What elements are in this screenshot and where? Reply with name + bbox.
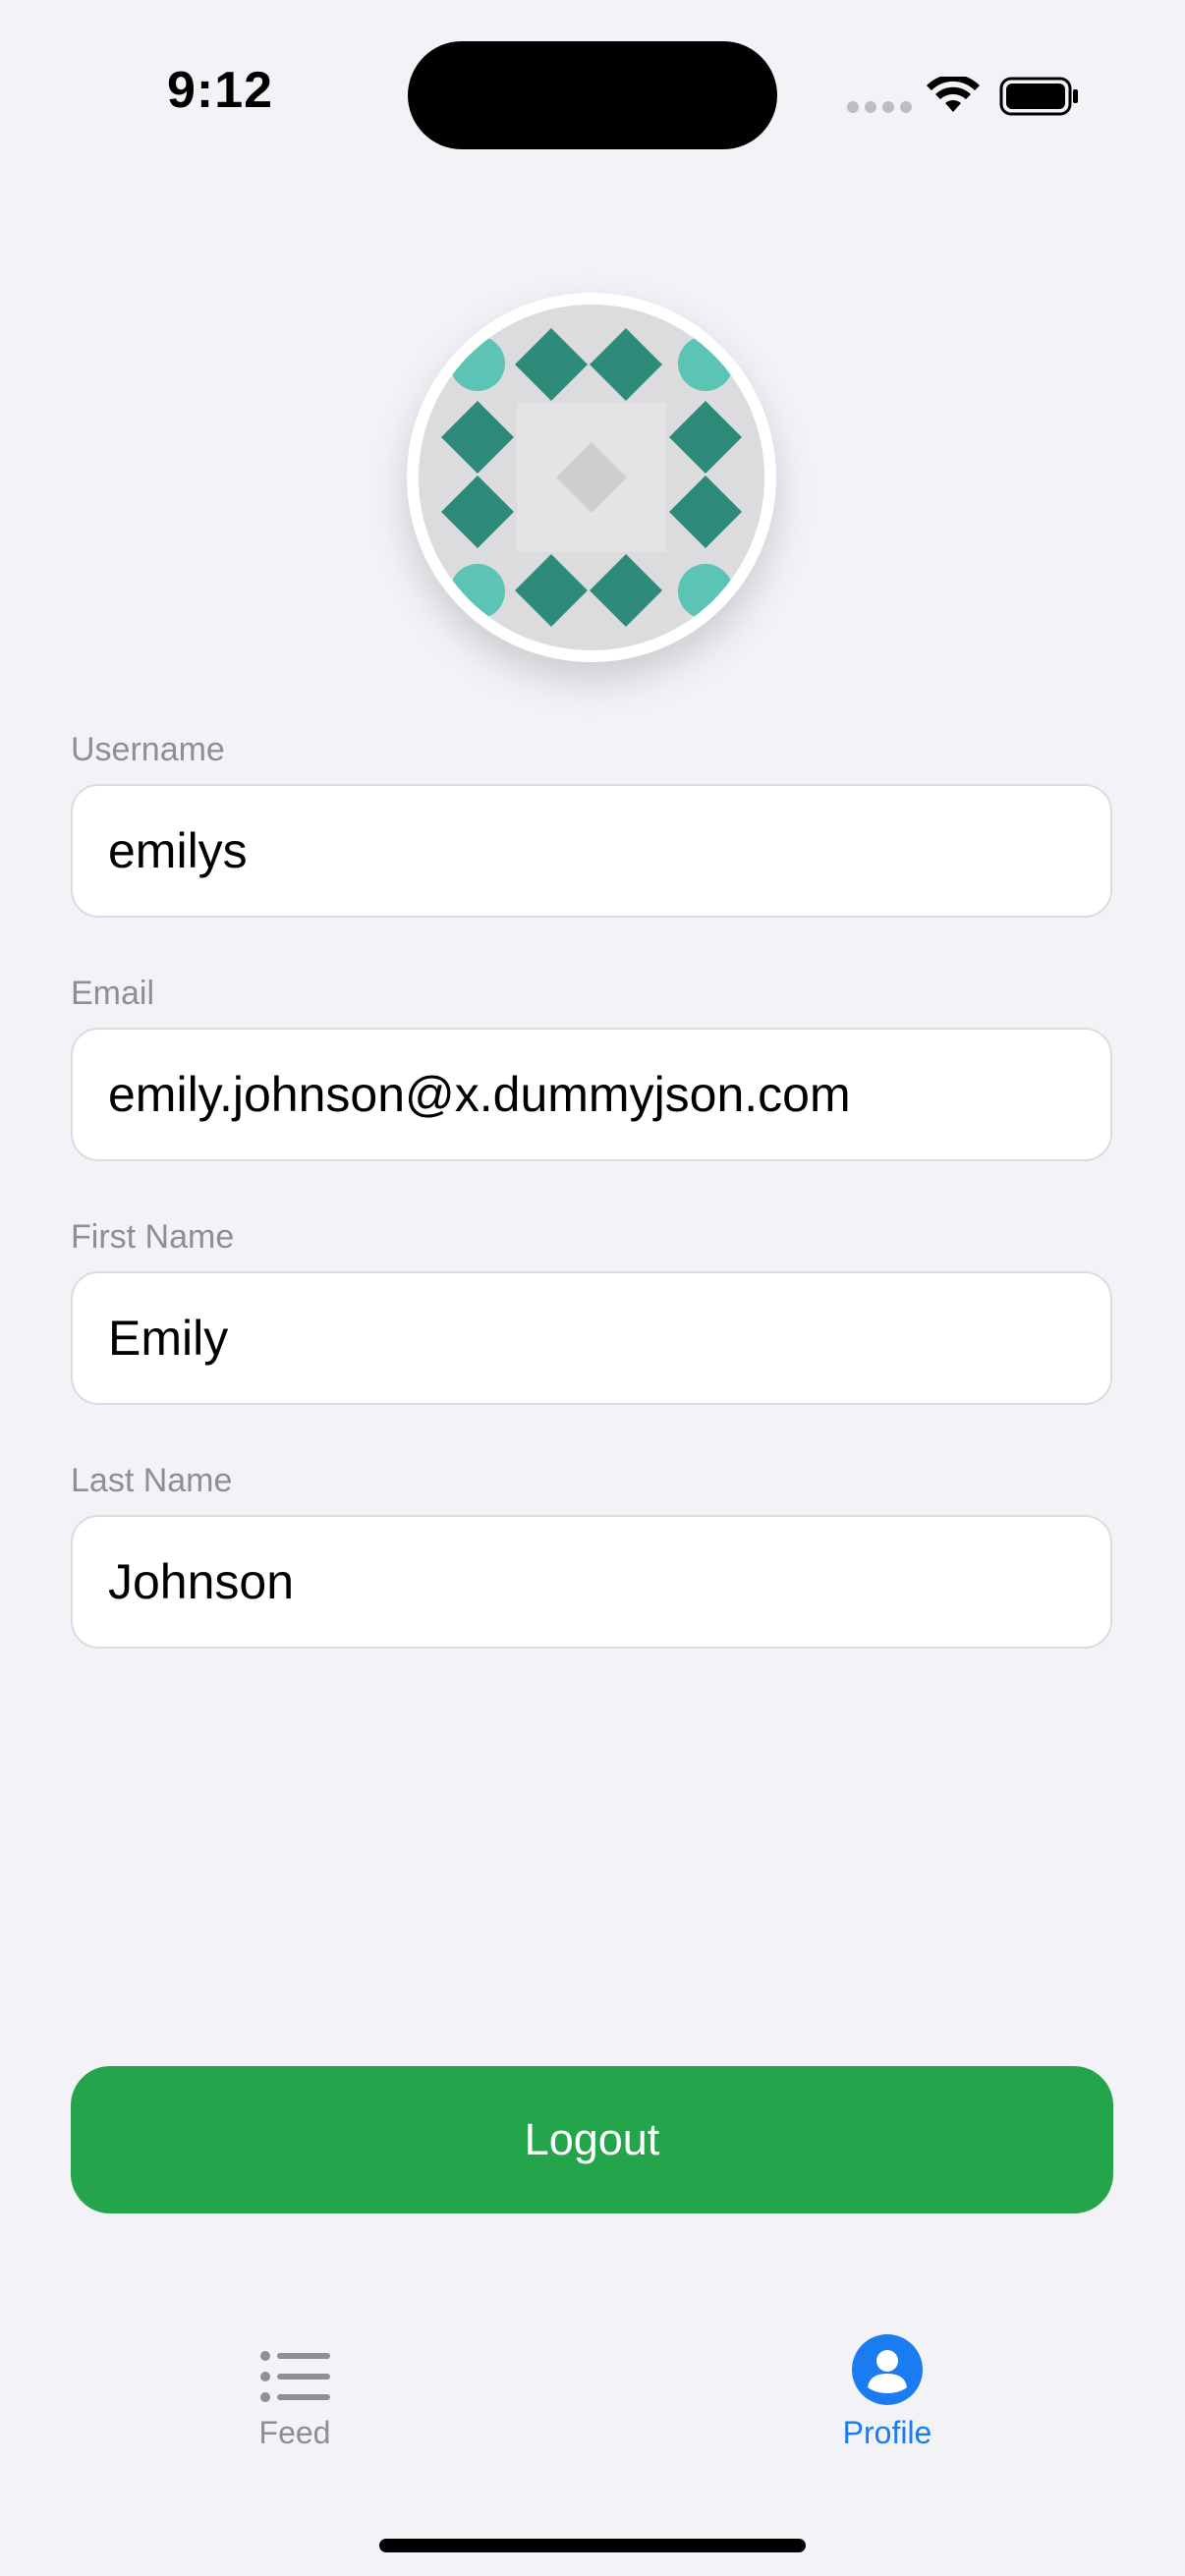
wifi-icon xyxy=(927,77,980,112)
avatar-image xyxy=(419,305,764,650)
email-label: Email xyxy=(71,975,155,1012)
last-name-field-container xyxy=(71,1515,1112,1649)
tab-profile[interactable]: Profile xyxy=(740,2334,1035,2451)
list-icon xyxy=(260,2351,330,2402)
battery-icon xyxy=(999,77,1078,116)
last-name-label: Last Name xyxy=(71,1462,233,1499)
avatar[interactable] xyxy=(407,293,776,662)
person-circle-icon xyxy=(852,2334,923,2405)
status-time: 9:12 xyxy=(167,62,274,119)
username-label: Username xyxy=(71,731,225,768)
username-field[interactable] xyxy=(73,786,1110,916)
cellular-signal-icon xyxy=(847,101,912,113)
first-name-field[interactable] xyxy=(73,1273,1110,1403)
username-field-container xyxy=(71,784,1112,918)
identicon-pattern xyxy=(419,305,764,650)
logout-button[interactable]: Logout xyxy=(71,2066,1113,2213)
tab-feed[interactable]: Feed xyxy=(147,2348,442,2451)
last-name-field[interactable] xyxy=(73,1517,1110,1647)
email-field[interactable] xyxy=(73,1030,1110,1159)
first-name-label: First Name xyxy=(71,1218,235,1256)
first-name-field-container xyxy=(71,1271,1112,1405)
home-indicator xyxy=(379,2539,806,2552)
dynamic-island xyxy=(408,41,777,149)
email-field-container xyxy=(71,1028,1112,1161)
tab-feed-label: Feed xyxy=(258,2415,331,2450)
tab-profile-label: Profile xyxy=(842,2415,932,2450)
